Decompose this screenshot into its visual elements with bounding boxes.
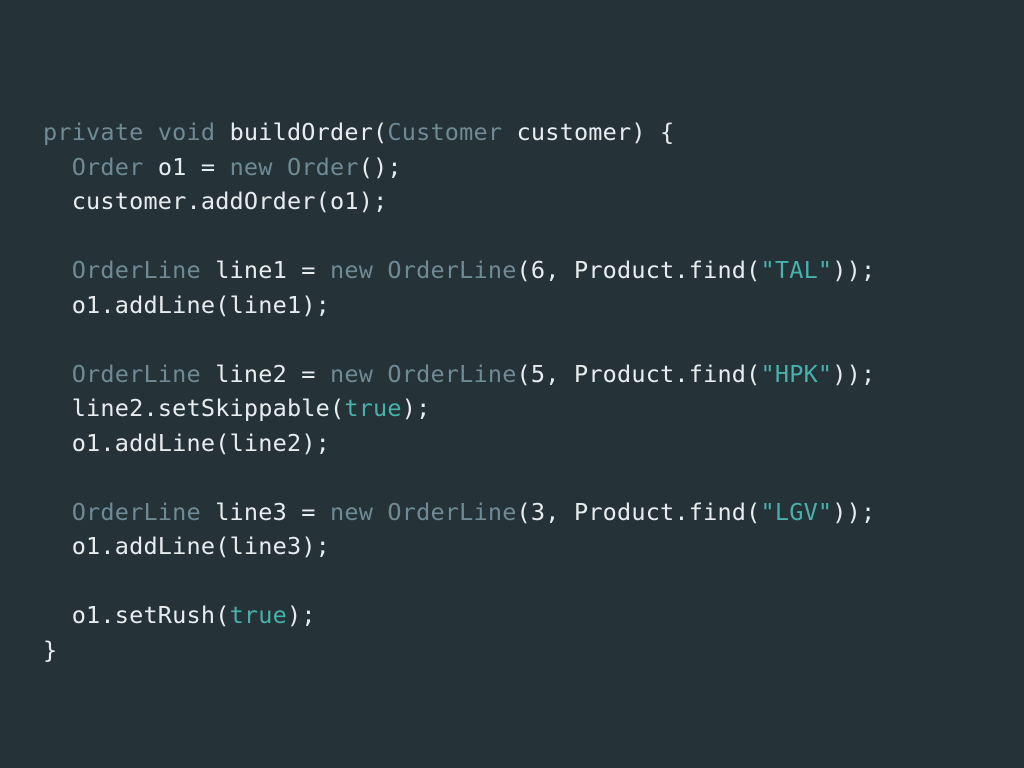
literal-6: 6 (531, 256, 545, 284)
type-order-ctor: Order (287, 153, 359, 181)
call-addline: addLine (115, 429, 215, 457)
type-orderline: OrderLine (72, 360, 201, 388)
type-orderline: OrderLine (72, 256, 201, 284)
param-customer: customer (517, 118, 632, 146)
type-customer: Customer (387, 118, 502, 146)
string-hpk: "HPK" (761, 360, 833, 388)
keyword-new: new (230, 153, 273, 181)
code-block: private void buildOrder(Customer custome… (0, 0, 1024, 668)
keyword-private: private (43, 118, 143, 146)
literal-5: 5 (531, 360, 545, 388)
call-addline: addLine (115, 291, 215, 319)
ref-o1: o1 (72, 291, 101, 319)
call-find: find (689, 498, 746, 526)
call-find: find (689, 256, 746, 284)
class-product: Product (574, 256, 674, 284)
method-name: buildOrder (230, 118, 373, 146)
ref-customer: customer (72, 187, 187, 215)
class-product: Product (574, 498, 674, 526)
var-line1: line1 (215, 256, 287, 284)
ref-o1: o1 (72, 532, 101, 560)
string-tal: "TAL" (761, 256, 833, 284)
literal-3: 3 (531, 498, 545, 526)
keyword-new: new (330, 256, 373, 284)
var-line3: line3 (215, 498, 287, 526)
ref-o1: o1 (72, 429, 101, 457)
ref-line3: line3 (230, 532, 302, 560)
literal-true: true (344, 394, 401, 422)
ref-line2: line2 (72, 394, 144, 422)
call-addorder: addOrder (201, 187, 316, 215)
keyword-new: new (330, 360, 373, 388)
call-setskippable: setSkippable (158, 394, 330, 422)
call-find: find (689, 360, 746, 388)
type-orderline-ctor: OrderLine (387, 360, 516, 388)
call-setrush: setRush (115, 601, 215, 629)
class-product: Product (574, 360, 674, 388)
ref-line2: line2 (230, 429, 302, 457)
ref-line1: line1 (230, 291, 302, 319)
ref-o1: o1 (330, 187, 359, 215)
type-orderline-ctor: OrderLine (387, 498, 516, 526)
type-order: Order (72, 153, 144, 181)
keyword-void: void (158, 118, 215, 146)
ref-o1: o1 (72, 601, 101, 629)
type-orderline: OrderLine (72, 498, 201, 526)
literal-true: true (230, 601, 287, 629)
keyword-new: new (330, 498, 373, 526)
call-addline: addLine (115, 532, 215, 560)
var-line2: line2 (215, 360, 287, 388)
type-orderline-ctor: OrderLine (387, 256, 516, 284)
string-lgv: "LGV" (761, 498, 833, 526)
var-o1: o1 (158, 153, 187, 181)
